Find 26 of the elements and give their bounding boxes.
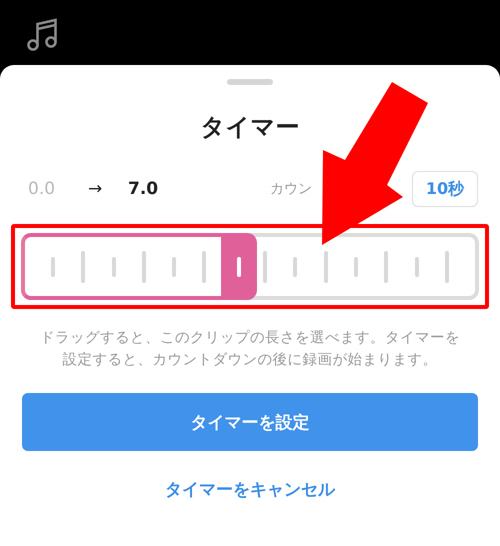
tick-mark bbox=[414, 256, 419, 276]
arrow-glyph: → bbox=[88, 179, 104, 199]
tick-mark bbox=[81, 250, 86, 282]
tick-mark bbox=[293, 256, 298, 276]
tick-mark bbox=[263, 250, 268, 282]
set-timer-button[interactable]: タイマーを設定 bbox=[22, 393, 478, 451]
music-note-icon[interactable] bbox=[26, 17, 58, 51]
tick-mark bbox=[172, 256, 176, 276]
tick-mark bbox=[142, 250, 146, 282]
drag-handle[interactable] bbox=[227, 79, 273, 85]
tick-mark bbox=[51, 256, 55, 276]
slider-selection[interactable] bbox=[21, 233, 257, 300]
end-time: 7.0 bbox=[128, 179, 158, 199]
tick-mark bbox=[112, 256, 116, 276]
start-time: 0.0 bbox=[28, 179, 56, 199]
grip-icon bbox=[236, 256, 241, 276]
tick-mark bbox=[324, 250, 328, 282]
tick-mark bbox=[384, 250, 388, 282]
tick-mark bbox=[202, 250, 206, 282]
sheet-title: タイマー bbox=[200, 112, 300, 143]
tick-mark bbox=[354, 256, 358, 276]
countdown-label: カウン bbox=[270, 180, 312, 198]
countdown-button[interactable]: 10秒 bbox=[412, 171, 478, 207]
hint-text: ドラッグすると、このクリップの長さを選べます。タイマーを設定すると、カウントダウンの後に録画が始まります。 bbox=[40, 328, 460, 370]
tick-mark bbox=[444, 250, 449, 282]
cancel-link[interactable]: タイマーをキャンセル bbox=[165, 478, 335, 501]
